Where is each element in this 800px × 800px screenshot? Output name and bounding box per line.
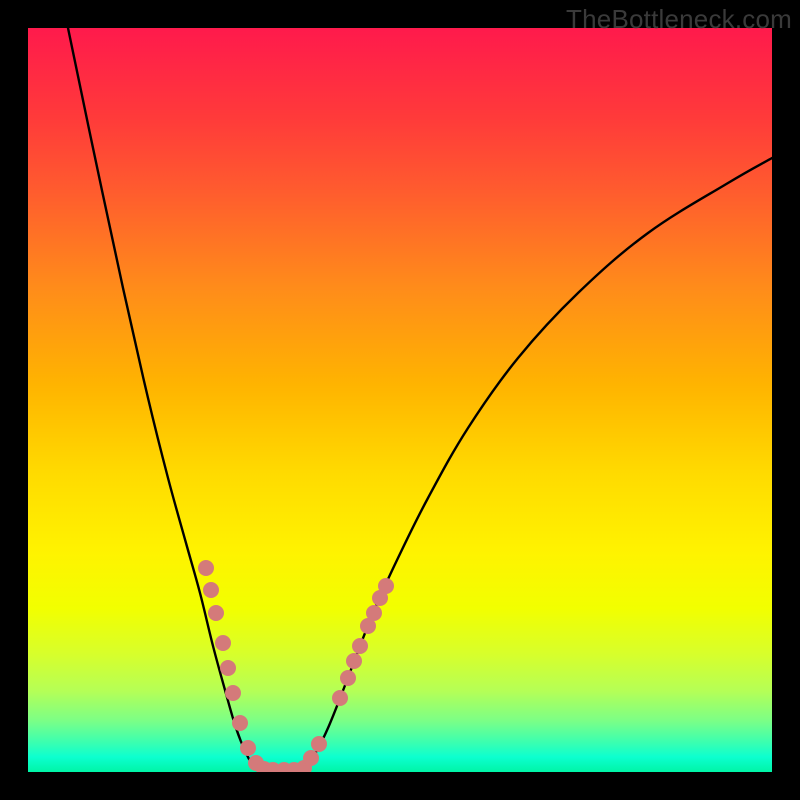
data-marker bbox=[220, 660, 236, 676]
chart-plot-area bbox=[28, 28, 772, 772]
data-marker bbox=[346, 653, 362, 669]
data-marker bbox=[225, 685, 241, 701]
data-marker bbox=[303, 750, 319, 766]
bottleneck-curve bbox=[68, 28, 772, 770]
data-marker bbox=[198, 560, 214, 576]
data-marker bbox=[311, 736, 327, 752]
data-marker bbox=[240, 740, 256, 756]
watermark-text: TheBottleneck.com bbox=[566, 4, 792, 35]
data-marker bbox=[332, 690, 348, 706]
data-marker bbox=[208, 605, 224, 621]
data-marker bbox=[340, 670, 356, 686]
data-markers bbox=[198, 560, 394, 772]
data-marker bbox=[215, 635, 231, 651]
data-marker bbox=[378, 578, 394, 594]
data-marker bbox=[366, 605, 382, 621]
data-marker bbox=[203, 582, 219, 598]
chart-frame: TheBottleneck.com bbox=[0, 0, 800, 800]
data-marker bbox=[232, 715, 248, 731]
data-marker bbox=[352, 638, 368, 654]
chart-curve-layer bbox=[28, 28, 772, 772]
